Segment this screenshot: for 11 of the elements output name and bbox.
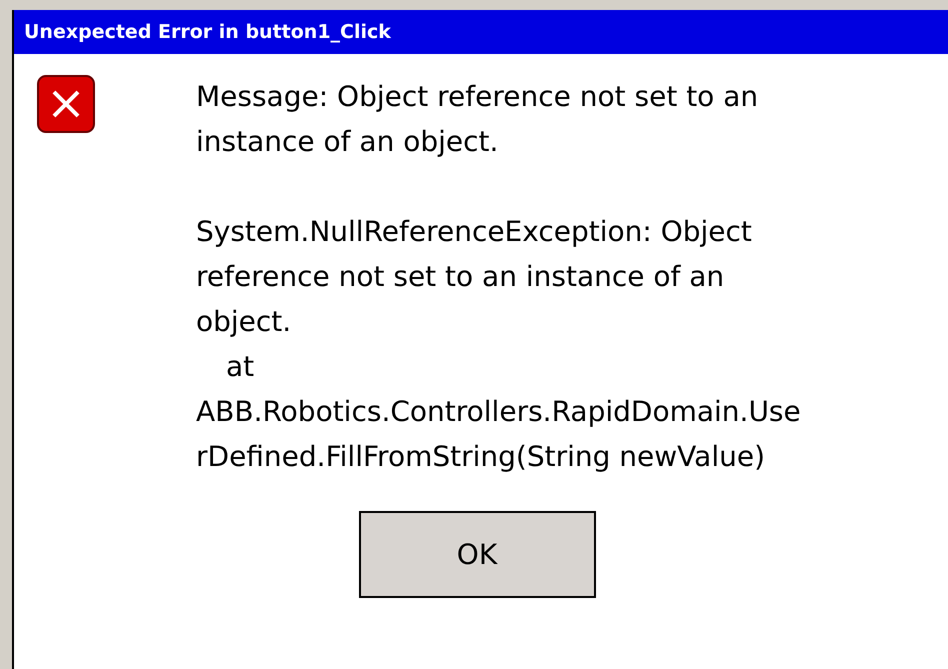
message-text: ABB.Robotics.Controllers.RapidDomain.Use [196, 394, 801, 430]
message-text: System.NullReferenceException: Object [196, 214, 753, 250]
message-text: rDefined.FillFromString(String newValue) [196, 439, 766, 475]
error-icon [36, 74, 96, 134]
message-text: at [225, 349, 256, 385]
ok-button[interactable]: OK [358, 511, 596, 598]
message-text: Message: Object reference not set to an [196, 79, 760, 115]
message-text: object. [196, 304, 292, 340]
window-title: Unexpected Error in button1_Click [14, 10, 948, 54]
message-text: instance of an object. [196, 124, 500, 160]
message-text: reference not set to an instance of an [196, 259, 726, 295]
